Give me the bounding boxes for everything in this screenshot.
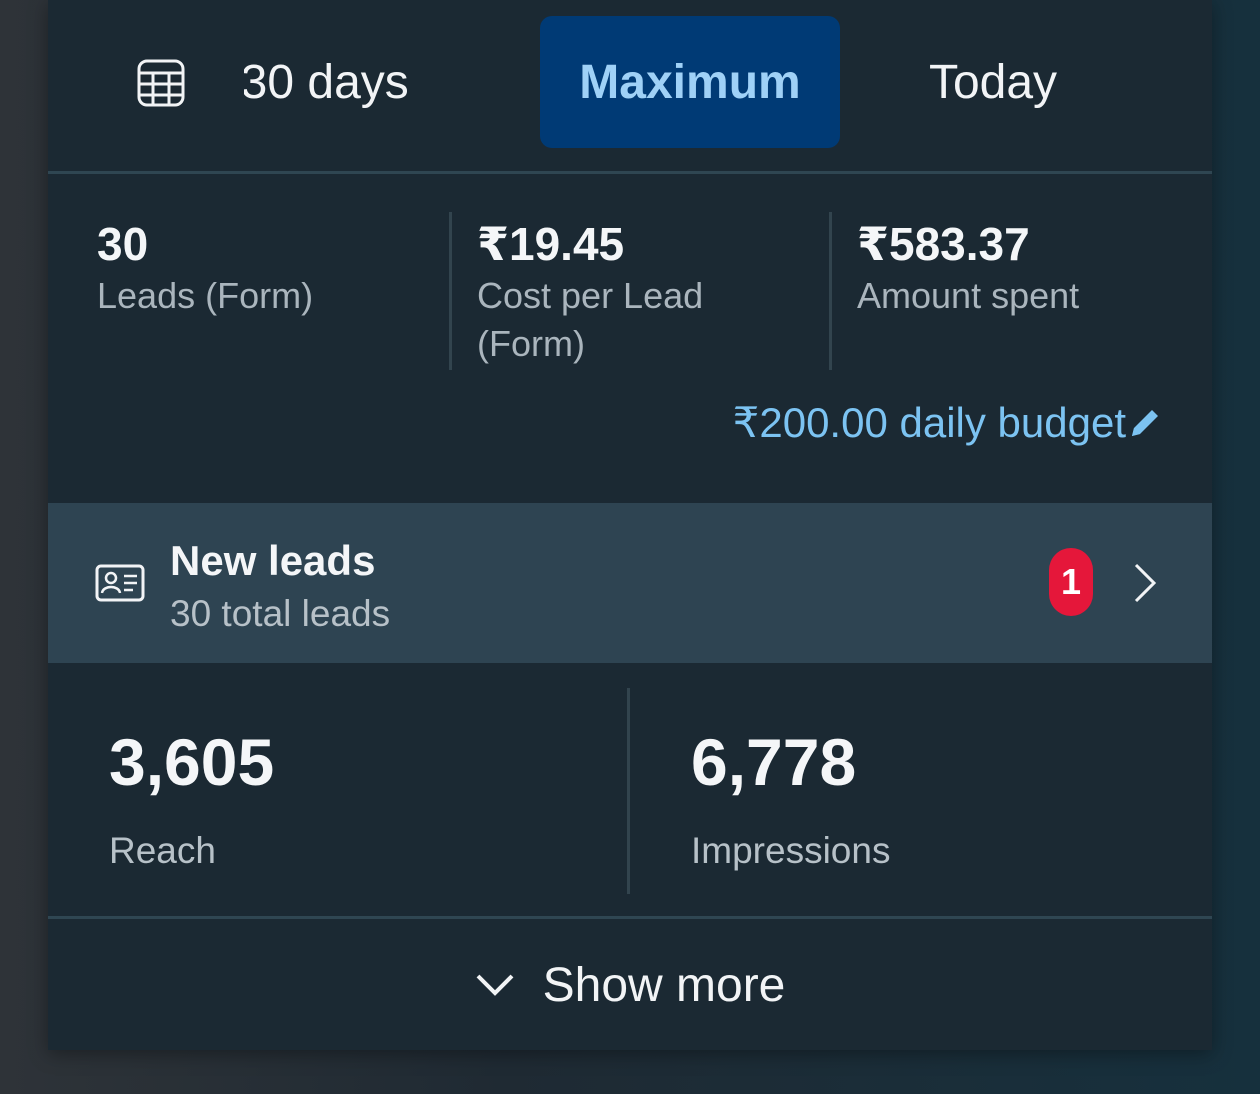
metric-value: ₹583.37: [857, 218, 1030, 270]
tab-maximum[interactable]: Maximum: [540, 16, 840, 148]
stat-value: 3,605: [109, 725, 275, 799]
tab-last-30-days[interactable]: t 30 days: [244, 16, 514, 148]
pencil-icon: [1132, 409, 1158, 436]
stat-label: Reach: [109, 830, 216, 871]
metric-amount-spent[interactable]: ₹583.37 Amount spent: [857, 212, 1177, 370]
show-more-label: Show more: [542, 958, 786, 1012]
stat-reach[interactable]: 3,605 Reach: [109, 720, 609, 872]
metric-leads[interactable]: 30 Leads (Form): [97, 212, 437, 370]
chevron-down-icon: [476, 974, 514, 996]
ad-insights-card: t 30 days Maximum Today 30 Leads (Form) …: [48, 0, 1212, 1050]
tab-last-30-days-label: t 30 days: [244, 55, 409, 109]
new-leads-subtitle: 30 total leads: [170, 593, 391, 634]
notification-badge: 1: [1049, 548, 1093, 616]
calendar-grid-icon[interactable]: [136, 58, 186, 108]
metric-label: Leads (Form): [97, 275, 314, 316]
date-range-tabs: t 30 days Maximum Today: [48, 0, 1212, 172]
metric-value: 30: [97, 218, 149, 270]
new-leads-row[interactable]: New leads 30 total leads 1: [48, 503, 1212, 663]
metric-value: ₹19.45: [477, 218, 625, 270]
stat-impressions[interactable]: 6,778 Impressions: [691, 720, 1191, 872]
stat-label: Impressions: [691, 830, 891, 871]
daily-budget-link[interactable]: ₹200.00 daily budget: [733, 398, 1162, 447]
new-leads-title: New leads: [170, 537, 376, 584]
metric-label: Cost per Lead (Form): [477, 275, 704, 364]
divider: [449, 212, 452, 370]
divider: [48, 171, 1212, 174]
daily-budget-text: ₹200.00 daily budget: [732, 399, 1126, 446]
chevron-right-icon: [1134, 563, 1157, 603]
metric-label: Amount spent: [857, 275, 1080, 316]
contact-card-icon: [95, 564, 145, 602]
divider: [627, 688, 630, 894]
show-more-button[interactable]: Show more: [48, 920, 1212, 1050]
tab-today[interactable]: Today: [888, 16, 1098, 148]
stat-value: 6,778: [691, 725, 857, 799]
divider: [829, 212, 832, 370]
metric-cost-per-lead[interactable]: ₹19.45 Cost per Lead (Form): [477, 212, 777, 370]
divider: [48, 916, 1212, 919]
